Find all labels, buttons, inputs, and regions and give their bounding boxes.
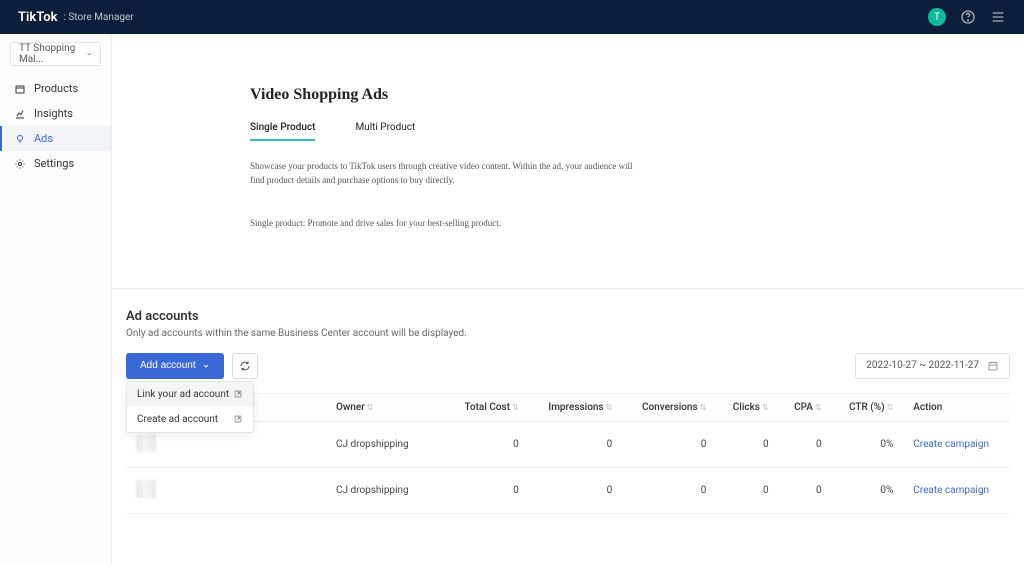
top-header: TikTok : Store Manager T	[0, 0, 1024, 34]
section-title: Ad accounts	[126, 309, 1010, 324]
sidebar-item-label: Settings	[34, 157, 74, 170]
refresh-button[interactable]	[232, 353, 258, 379]
shop-name: TT Shopping Mal...	[19, 43, 86, 65]
cell-action: Create campaign	[903, 421, 1010, 467]
controls-row: Add account Link your ad account Crea	[126, 353, 1010, 379]
col-conversions[interactable]: Conversions⇅	[622, 393, 716, 421]
table-row: CJ dropshipping 0 0 0 0 0 0% Create camp…	[126, 421, 1010, 467]
col-ctr[interactable]: CTR (%)⇅	[832, 393, 904, 421]
cell-cpa: 0	[779, 467, 832, 513]
col-action: Action	[903, 393, 1010, 421]
sidebar-item-label: Insights	[34, 107, 73, 120]
sidebar-item-label: Ads	[34, 132, 53, 145]
sidebar: TT Shopping Mal... Products Insights Ads…	[0, 34, 112, 564]
refresh-icon	[239, 360, 251, 372]
tab-description: Showcase your products to TikTok users t…	[250, 159, 640, 188]
cell-owner: CJ dropshipping	[326, 421, 446, 467]
tab-single-product[interactable]: Single Product	[250, 122, 315, 141]
create-campaign-link[interactable]: Create campaign	[913, 439, 989, 450]
bulb-icon	[14, 133, 26, 145]
cell-total-cost: 0	[446, 467, 529, 513]
blurred-thumb	[136, 480, 156, 498]
tab-description-2: Single product: Promote and drive sales …	[250, 218, 1024, 228]
add-account-button[interactable]: Add account	[126, 353, 224, 379]
chart-icon	[14, 108, 26, 120]
sidebar-item-insights[interactable]: Insights	[0, 101, 111, 126]
sidebar-item-ads[interactable]: Ads	[0, 126, 111, 151]
col-total-cost[interactable]: Total Cost⇅	[446, 393, 529, 421]
cell-owner: CJ dropshipping	[326, 467, 446, 513]
cell-total-cost: 0	[446, 421, 529, 467]
cell-ctr: 0%	[832, 467, 904, 513]
date-range-picker[interactable]: 2022-10-27 ~ 2022-11-27	[855, 353, 1010, 379]
external-link-icon	[233, 389, 243, 399]
tab-multi-product[interactable]: Multi Product	[355, 122, 415, 141]
create-campaign-link[interactable]: Create campaign	[913, 485, 989, 496]
logo-text: TikTok	[18, 10, 57, 25]
calendar-icon	[987, 360, 999, 372]
cell-action: Create campaign	[903, 467, 1010, 513]
cell-ctr: 0%	[832, 421, 904, 467]
sidebar-item-label: Products	[34, 82, 78, 95]
table-row: CJ dropshipping 0 0 0 0 0 0% Create camp…	[126, 467, 1010, 513]
table-header-row: A Owner⇅ Total Cost⇅ Impressions⇅ Conver…	[126, 393, 1010, 421]
main-content: Video Shopping Ads Single Product Multi …	[112, 34, 1024, 564]
menu-icon[interactable]	[990, 9, 1006, 25]
ad-accounts-section: Ad accounts Only ad accounts within the …	[112, 289, 1024, 514]
cell-conversions: 0	[622, 467, 716, 513]
cell-clicks: 0	[716, 467, 778, 513]
gear-icon	[14, 158, 26, 170]
col-cpa[interactable]: CPA⇅	[779, 393, 832, 421]
section-subtitle: Only ad accounts within the same Busines…	[126, 328, 1010, 339]
dropdown-create-account[interactable]: Create ad account	[127, 407, 253, 432]
add-account-dropdown: Link your ad account Create ad account	[126, 381, 254, 433]
cell-cpa: 0	[779, 421, 832, 467]
cell-impressions: 0	[529, 467, 623, 513]
page-title: Video Shopping Ads	[250, 86, 1024, 104]
hero-card: Video Shopping Ads Single Product Multi …	[112, 52, 1024, 289]
col-impressions[interactable]: Impressions⇅	[529, 393, 623, 421]
external-link-icon	[233, 414, 243, 424]
logo: TikTok : Store Manager	[18, 10, 134, 25]
header-right: T	[928, 8, 1006, 26]
product-tabs: Single Product Multi Product	[250, 122, 1024, 141]
sidebar-item-products[interactable]: Products	[0, 76, 111, 101]
chevron-down-icon	[86, 50, 92, 58]
col-owner[interactable]: Owner⇅	[326, 393, 446, 421]
col-clicks[interactable]: Clicks⇅	[716, 393, 778, 421]
cell-account	[126, 467, 326, 513]
accounts-table: A Owner⇅ Total Cost⇅ Impressions⇅ Conver…	[126, 393, 1010, 514]
avatar[interactable]: T	[928, 8, 946, 26]
box-icon	[14, 83, 26, 95]
cell-clicks: 0	[716, 421, 778, 467]
dropdown-link-account[interactable]: Link your ad account	[127, 382, 253, 407]
cell-conversions: 0	[622, 421, 716, 467]
chevron-down-icon	[202, 362, 210, 370]
logo-sub: : Store Manager	[63, 12, 133, 23]
cell-impressions: 0	[529, 421, 623, 467]
blurred-thumb	[136, 434, 156, 452]
help-icon[interactable]	[960, 9, 976, 25]
shop-selector[interactable]: TT Shopping Mal...	[10, 42, 101, 66]
sidebar-item-settings[interactable]: Settings	[0, 151, 111, 176]
